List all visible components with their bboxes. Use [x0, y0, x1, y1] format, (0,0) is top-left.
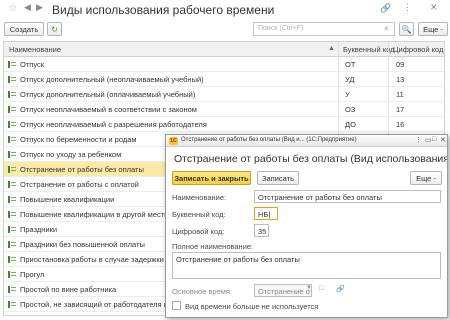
row-name: Отпуск	[20, 60, 45, 69]
row-letter-code: УД	[345, 75, 355, 84]
refresh-icon: ↻	[51, 24, 58, 34]
catalog-item-icon	[8, 121, 16, 128]
column-header-digit-code[interactable]: Цифровой код	[393, 45, 443, 54]
unused-checkbox[interactable]	[172, 301, 181, 310]
list-toolbar: Создать ↻ Поиск (Ctrl+F) × 🔍 Еще -	[0, 22, 450, 38]
catalog-item-icon	[8, 61, 16, 68]
search-button[interactable]: 🔍	[399, 22, 414, 36]
row-name: Повышение квалификации в другой местност…	[20, 210, 184, 219]
link-icon[interactable]: 🔗	[380, 4, 391, 13]
row-name: Прогул	[20, 270, 45, 279]
basic-time-label: Основное время:	[172, 287, 233, 296]
minimize-icon[interactable]: ▭	[425, 136, 432, 144]
row-name: Повышение квалификации	[20, 195, 115, 204]
catalog-item-icon	[8, 181, 16, 188]
catalog-item-icon	[8, 196, 16, 203]
clear-search-icon[interactable]: ×	[384, 24, 389, 33]
row-letter-code: У	[345, 90, 350, 99]
dialog-title: Отстранение от работы без оплаты (Вид ис…	[174, 153, 448, 165]
catalog-item-icon	[8, 136, 16, 143]
row-digit-code: 13	[396, 75, 405, 84]
catalog-item-icon	[8, 226, 16, 233]
row-name: Отпуск неоплачиваемый в соответствии с з…	[20, 105, 197, 114]
more-button[interactable]: Еще -	[418, 22, 448, 36]
row-name: Праздники	[20, 225, 58, 234]
row-digit-code: 16	[396, 120, 405, 129]
page-title: Виды использования рабочего времени	[52, 3, 275, 17]
more-vert-icon[interactable]: ⋮	[415, 136, 422, 144]
catalog-item-icon	[8, 256, 16, 263]
table-row[interactable]: Отпуск дополнительный (неоплачиваемый уч…	[4, 72, 444, 87]
table-row[interactable]: Отпуск неоплачиваемый в соответствии с з…	[4, 102, 444, 117]
row-name: Отстранение от работы с оплатой	[20, 180, 139, 189]
catalog-item-icon	[8, 106, 16, 113]
row-name: Отпуск дополнительный (оплачиваемый учеб…	[20, 90, 196, 99]
chevron-down-icon[interactable]: ▼	[306, 285, 312, 291]
sort-icon[interactable]: ▲	[328, 45, 335, 52]
row-letter-code: ОЗ	[345, 105, 356, 114]
row-digit-code: 17	[396, 105, 405, 114]
catalog-item-icon	[8, 76, 16, 83]
letter-code-label: Буквенный код:	[172, 210, 226, 219]
name-label: Наименование:	[172, 193, 227, 202]
catalog-item-icon	[8, 151, 16, 158]
close-icon[interactable]: ✕	[430, 3, 438, 12]
link-icon[interactable]: 🔗	[336, 285, 345, 293]
table-header: Наименование ▲ Буквенный код Цифровой ко…	[4, 42, 444, 57]
save-and-close-button[interactable]: Записать и закрыть	[172, 171, 251, 185]
back-arrow-icon[interactable]: ◀	[24, 3, 31, 12]
open-icon[interactable]: □	[319, 285, 323, 292]
column-header-name[interactable]: Наименование	[9, 45, 61, 54]
row-letter-code: ОТ	[345, 60, 356, 69]
edit-dialog: 1С Отстранение от работы без оплаты (Вид…	[165, 134, 448, 318]
row-digit-code: 11	[396, 90, 404, 99]
search-input[interactable]: Поиск (Ctrl+F)	[253, 22, 395, 36]
window-header: ☆ ◀ ▶ Виды использования рабочего времен…	[0, 0, 450, 20]
dialog-window-title: Отстранение от работы без оплаты (Вид и.…	[181, 137, 357, 143]
dialog-more-button[interactable]: Еще -	[410, 171, 442, 185]
forward-arrow-icon[interactable]: ▶	[36, 3, 43, 12]
row-name: Отпуск дополнительный (неоплачиваемый уч…	[20, 75, 204, 84]
table-row[interactable]: Отпуск дополнительный (оплачиваемый учеб…	[4, 87, 444, 102]
digit-code-field[interactable]: 35	[254, 224, 269, 237]
more-vert-icon[interactable]: ⋮	[403, 3, 412, 12]
maximize-icon[interactable]: □	[432, 136, 436, 143]
dialog-titlebar[interactable]: 1С Отстранение от работы без оплаты (Вид…	[166, 135, 447, 147]
row-name: Отстранение от работы без оплаты	[20, 165, 144, 174]
close-icon[interactable]: ✕	[440, 136, 446, 144]
search-icon: 🔍	[401, 24, 412, 34]
catalog-item-icon	[8, 241, 16, 248]
full-name-label: Полное наименование:	[172, 242, 254, 251]
save-button[interactable]: Записать	[257, 171, 299, 185]
catalog-item-icon	[8, 286, 16, 293]
row-name: Отпуск по беременности и родам	[20, 135, 137, 144]
letter-code-field[interactable]: НБ|	[254, 207, 278, 220]
row-digit-code: 09	[396, 60, 405, 69]
catalog-item-icon	[8, 91, 16, 98]
row-name: Отпуск по уходу за ребенком	[20, 150, 122, 159]
row-name: Праздники без повышенной оплаты	[20, 240, 145, 249]
table-row[interactable]: Отпуск ОТ 09	[4, 57, 444, 72]
catalog-item-icon	[8, 271, 16, 278]
create-button[interactable]: Создать	[4, 22, 44, 36]
star-icon[interactable]: ☆	[8, 4, 17, 14]
row-name: Простой по вине работника	[20, 285, 117, 294]
catalog-item-icon	[8, 301, 16, 308]
table-row[interactable]: Отпуск неоплачиваемый с разрешения работ…	[4, 117, 444, 132]
catalog-item-icon	[8, 211, 16, 218]
row-name: Приостановка работы в случае задержки вы…	[20, 255, 184, 264]
column-header-letter-code[interactable]: Буквенный код	[343, 45, 395, 54]
row-letter-code: ДО	[345, 120, 356, 129]
row-name: Отпуск неоплачиваемый с разрешения работ…	[20, 120, 207, 129]
full-name-field[interactable]: Отстранение от работы без оплаты	[172, 252, 441, 279]
refresh-button[interactable]: ↻	[47, 22, 62, 36]
name-field[interactable]: Отстранение от работы без оплаты	[254, 190, 441, 203]
1c-logo-icon: 1С	[169, 137, 178, 145]
unused-checkbox-label[interactable]: Вид времени больше не используется	[185, 302, 318, 311]
catalog-item-icon	[8, 166, 16, 173]
digit-code-label: Цифровой код:	[172, 227, 225, 236]
basic-time-field[interactable]: Отстранение от работы бє	[254, 284, 312, 297]
